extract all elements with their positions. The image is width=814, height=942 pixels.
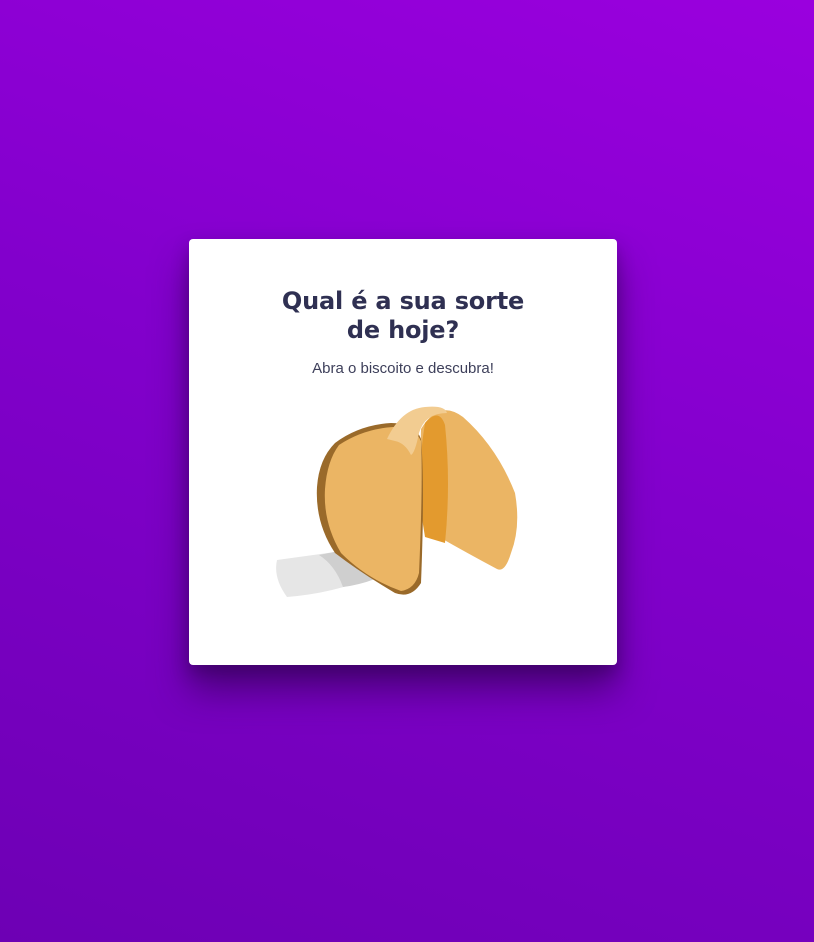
card-subtitle: Abra o biscoito e descubra!	[312, 360, 494, 377]
fortune-cookie-button[interactable]	[275, 403, 527, 599]
card-title: Qual é a sua sorte de hoje?	[189, 287, 617, 345]
fortune-card: Qual é a sua sorte de hoje? Abra o bisco…	[189, 239, 617, 665]
card-title-line-1: Qual é a sua sorte	[281, 287, 525, 315]
fortune-cookie-icon	[276, 406, 518, 597]
card-title-line-2: de hoje?	[346, 316, 460, 344]
cookie-inner-fold	[420, 415, 448, 543]
